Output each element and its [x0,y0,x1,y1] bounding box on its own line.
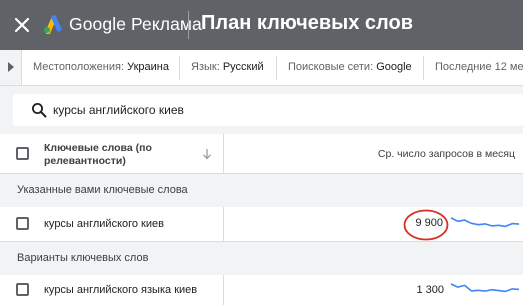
location-filter-label: Местоположения: [33,61,125,73]
section-title: Указанные вами ключевые слова [17,184,188,196]
network-filter[interactable]: Поисковые сети: Google [288,61,412,73]
section-header-keyword-ideas: Варианты ключевых слов [0,242,523,275]
network-filter-value: Google [376,61,412,73]
select-all-checkbox[interactable] [16,147,29,160]
column-divider [223,207,224,241]
google-ads-logo [44,15,62,34]
page-title: План ключевых слов [201,12,413,34]
row-checkbox[interactable] [16,283,29,296]
search-icon [32,103,47,118]
brand-name: Google Реклама [69,14,202,34]
trend-sparkline [450,217,520,228]
filter-divider [276,56,277,80]
avg-searches-column-header[interactable]: Ср. число запросов в месяц [378,148,515,160]
network-filter-label: Поисковые сети: [288,61,374,73]
trend-line [450,217,520,228]
location-filter-value: Украина [127,61,169,73]
filter-bar: Местоположения: Украина Язык: Русский По… [0,50,523,86]
keyword-search-box [13,94,523,126]
close-icon[interactable] [12,15,32,35]
location-filter[interactable]: Местоположения: Украина [33,61,169,73]
language-filter-label: Язык: [191,61,220,73]
table-row: курсы английского языка киев 1 300 [0,275,523,305]
section-header-provided-keywords: Указанные вами ключевые слова [0,174,523,207]
app-header: Google Реклама План ключевых слов [0,0,523,50]
trend-line [450,283,520,293]
highlight-circle [403,209,449,241]
header-divider [188,11,189,39]
keyword-column-header[interactable]: Ключевые слова (по релевантности) [44,142,164,168]
keyword-cell: курсы английского языка киев [44,284,198,296]
avg-searches-cell: 1 300 [416,284,444,296]
search-band [0,86,523,134]
row-checkbox[interactable] [16,217,29,230]
period-filter-label: Последние 12 мес [435,61,523,73]
search-input[interactable] [53,94,513,126]
keyword-cell: курсы английского киев [44,218,164,230]
column-divider [223,134,224,174]
language-filter-value: Русский [222,61,264,73]
filter-divider [179,56,180,80]
table-header: Ключевые слова (по релевантности) Ср. чи… [0,134,523,174]
play-arrow-icon [8,62,14,72]
language-filter[interactable]: Язык: Русский [191,61,264,73]
trend-sparkline [450,283,520,293]
section-title: Варианты ключевых слов [17,252,149,264]
arrow-down-icon[interactable] [202,148,212,160]
period-filter[interactable]: Последние 12 мес [435,61,523,73]
filter-divider [423,56,424,80]
column-divider [223,275,224,305]
filter-panel-toggle[interactable] [0,50,22,85]
